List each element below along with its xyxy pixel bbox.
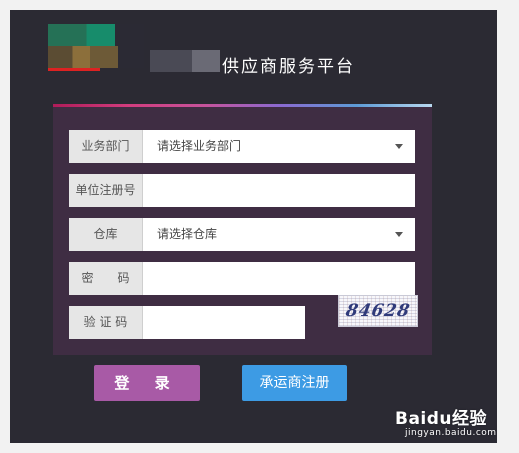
unit-reg-input[interactable] bbox=[143, 174, 415, 207]
captcha-image[interactable]: 84628 bbox=[338, 295, 418, 327]
warehouse-select[interactable]: 请选择仓库 bbox=[143, 218, 415, 251]
captcha-image-text: 84628 bbox=[344, 301, 412, 321]
chevron-down-icon bbox=[395, 144, 403, 149]
department-select[interactable]: 请选择业务部门 bbox=[143, 130, 415, 163]
captcha-input[interactable] bbox=[143, 306, 305, 339]
logo-image-blurred bbox=[48, 24, 144, 68]
login-button[interactable]: 登 录 bbox=[94, 365, 200, 401]
carrier-register-button[interactable]: 承运商注册 bbox=[242, 365, 347, 401]
unit-reg-label: 单位注册号 bbox=[69, 174, 143, 207]
captcha-label: 验 证 码 bbox=[69, 306, 143, 339]
baidu-jingyan-watermark: Baidu经验 bbox=[395, 409, 488, 429]
department-select-value: 请选择业务部门 bbox=[157, 139, 242, 153]
warehouse-select-value: 请选择仓库 bbox=[157, 227, 218, 241]
department-label: 业务部门 bbox=[69, 130, 143, 163]
password-label: 密 码 bbox=[69, 262, 143, 295]
watermark-url: jingyan.baidu.com bbox=[405, 428, 497, 438]
password-input[interactable] bbox=[143, 262, 415, 295]
platform-title: 供应商服务平台 bbox=[222, 57, 355, 77]
warehouse-label: 仓库 bbox=[69, 218, 143, 251]
logo-text-blurred bbox=[150, 50, 220, 72]
chevron-down-icon bbox=[395, 232, 403, 237]
logo-accent-bar bbox=[48, 68, 100, 71]
